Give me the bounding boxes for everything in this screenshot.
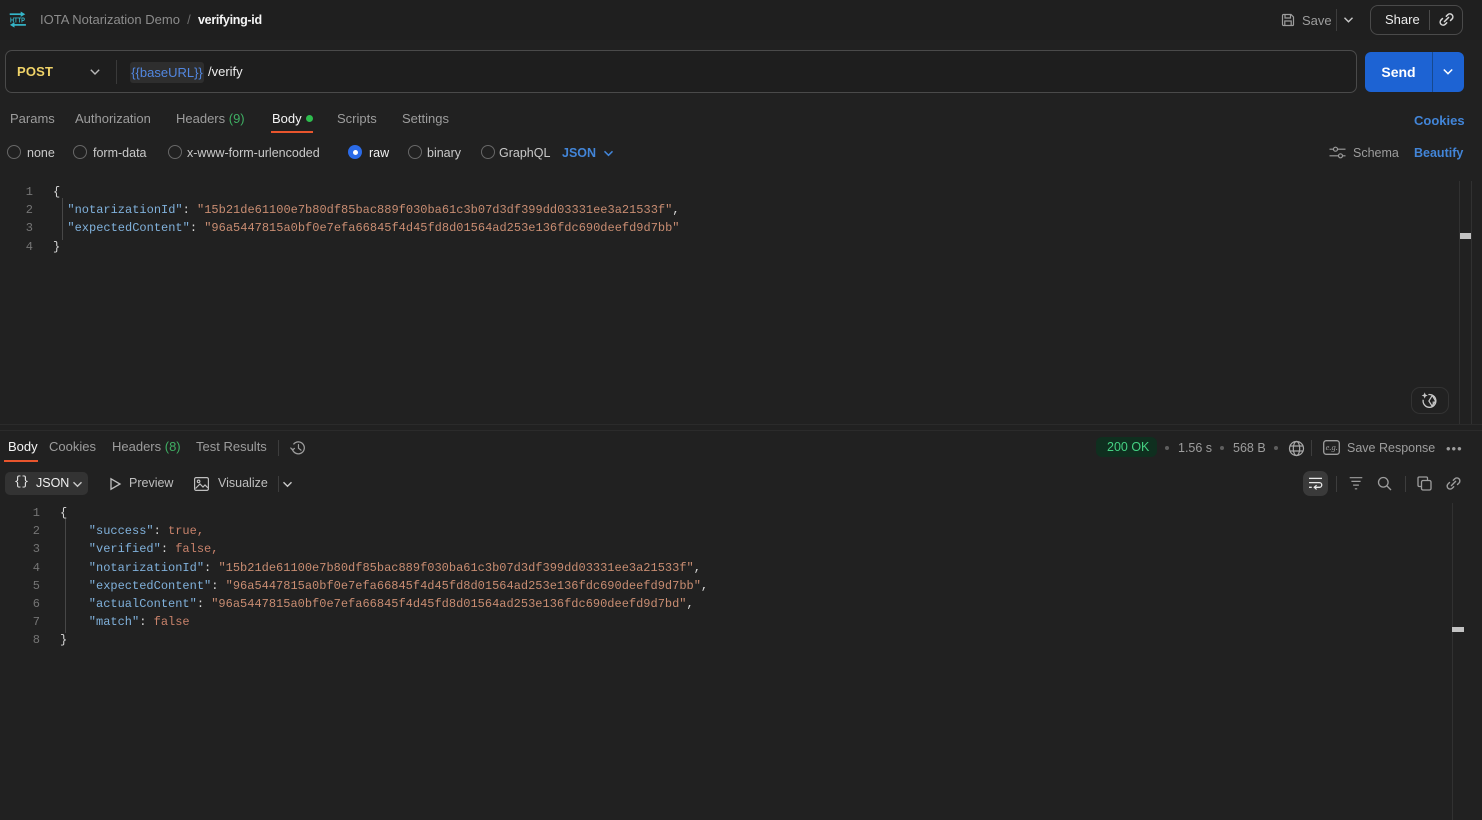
svg-text:e.g.: e.g.	[1326, 442, 1338, 452]
svg-text:HTTP: HTTP	[10, 16, 25, 25]
